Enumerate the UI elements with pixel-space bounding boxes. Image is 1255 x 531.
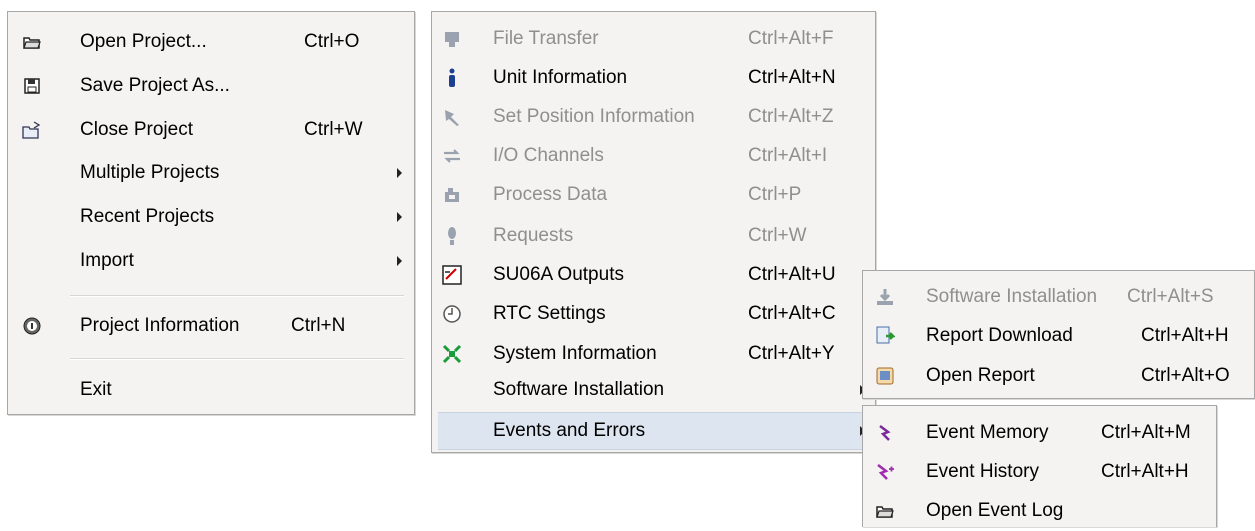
menu-item-label: Project Information bbox=[80, 315, 240, 336]
system-info-icon bbox=[442, 344, 462, 364]
menu-item-open-event-log[interactable]: Open Event Log bbox=[863, 491, 1216, 531]
menu-item-report-download[interactable]: Report Download Ctrl+Alt+H bbox=[863, 316, 1254, 356]
menu-item-label: Event History bbox=[926, 461, 1039, 482]
menu-item-label: Requests bbox=[493, 225, 574, 246]
menu-item-label: Open Event Log bbox=[926, 500, 1064, 521]
menu-item-label: Multiple Projects bbox=[80, 162, 220, 183]
menu-item-software-installation[interactable]: Software Installation bbox=[432, 370, 875, 410]
menu-item-accelerator: Ctrl+Alt+F bbox=[748, 28, 834, 49]
menu-item-accelerator: Ctrl+Alt+M bbox=[1101, 422, 1191, 443]
menu-item-software-installation-sub[interactable]: Software Installation Ctrl+Alt+S bbox=[863, 277, 1254, 317]
menu-item-accelerator: Ctrl+Alt+S bbox=[1127, 286, 1214, 307]
menu-item-multiple-projects[interactable]: Multiple Projects bbox=[8, 153, 414, 193]
menu-item-save-project-as[interactable]: Save Project As... bbox=[8, 66, 414, 106]
menu-item-label: Event Memory bbox=[926, 422, 1049, 443]
menu-item-accelerator: Ctrl+Alt+C bbox=[748, 303, 836, 324]
menu-item-label: Close Project bbox=[80, 119, 193, 140]
menu-item-accelerator: Ctrl+Alt+O bbox=[1141, 365, 1230, 386]
menu-item-unit-information[interactable]: Unit Information Ctrl+Alt+N bbox=[432, 58, 875, 98]
menu-item-label: System Information bbox=[493, 343, 657, 364]
menu-item-label: Open Project... bbox=[80, 31, 207, 52]
menu-item-exit[interactable]: Exit bbox=[8, 370, 414, 410]
menu-item-open-project[interactable]: Open Project... Ctrl+O bbox=[8, 22, 414, 62]
menu-item-import[interactable]: Import bbox=[8, 241, 414, 281]
menu-item-label: Unit Information bbox=[493, 67, 628, 88]
submenu-arrow-icon bbox=[397, 168, 402, 178]
menu-item-accelerator: Ctrl+N bbox=[291, 315, 346, 336]
menu-item-label: Events and Errors bbox=[493, 420, 646, 441]
floppy-save-icon bbox=[22, 76, 42, 96]
menu-item-file-transfer[interactable]: File Transfer Ctrl+Alt+F bbox=[432, 19, 875, 59]
file-menu: Open Project... Ctrl+O Save Project As..… bbox=[7, 11, 415, 415]
menu-item-accelerator: Ctrl+Alt+Z bbox=[748, 106, 834, 127]
menu-item-label: Report Download bbox=[926, 325, 1073, 346]
menu-item-label: Import bbox=[80, 250, 134, 271]
menu-separator bbox=[70, 295, 404, 297]
menu-item-label: Save Project As... bbox=[80, 75, 230, 96]
pin-icon bbox=[442, 107, 462, 127]
menu-item-label: RTC Settings bbox=[493, 303, 606, 324]
menu-item-label: Recent Projects bbox=[80, 206, 215, 227]
menu-item-system-information[interactable]: System Information Ctrl+Alt+Y bbox=[432, 334, 875, 374]
folder-close-icon bbox=[22, 120, 42, 140]
menu-item-accelerator: Ctrl+P bbox=[748, 184, 802, 205]
menu-item-close-project[interactable]: Close Project Ctrl+W bbox=[8, 110, 414, 150]
info-badge-icon bbox=[22, 316, 42, 336]
file-transfer-icon bbox=[442, 29, 462, 49]
info-icon bbox=[442, 68, 462, 88]
menu-item-accelerator: Ctrl+Alt+U bbox=[748, 264, 836, 285]
request-icon bbox=[442, 226, 462, 246]
menu-item-label: Software Installation bbox=[493, 379, 665, 400]
menu-item-accelerator: Ctrl+Alt+H bbox=[1141, 325, 1229, 346]
folder-open-icon bbox=[875, 501, 895, 521]
process-data-icon bbox=[442, 185, 462, 205]
menu-item-accelerator: Ctrl+Alt+N bbox=[748, 67, 836, 88]
software-installation-submenu: Software Installation Ctrl+Alt+S Report … bbox=[862, 270, 1255, 399]
menu-item-label: Software Installation bbox=[926, 286, 1098, 307]
menu-item-project-information[interactable]: Project Information Ctrl+N bbox=[8, 306, 414, 346]
menu-item-accelerator: Ctrl+Alt+Y bbox=[748, 343, 835, 364]
menu-item-label: SU06A Outputs bbox=[493, 264, 624, 285]
menu-item-label: File Transfer bbox=[493, 28, 599, 49]
arrows-exchange-icon bbox=[442, 146, 462, 166]
install-icon bbox=[875, 287, 895, 307]
menu-item-io-channels[interactable]: I/O Channels Ctrl+Alt+I bbox=[432, 136, 875, 176]
menu-item-requests[interactable]: Requests Ctrl+W bbox=[432, 216, 875, 256]
menu-item-event-memory[interactable]: Event Memory Ctrl+Alt+M bbox=[863, 413, 1216, 453]
clock-icon bbox=[442, 304, 462, 324]
menu-item-label: I/O Channels bbox=[493, 145, 604, 166]
open-report-icon bbox=[875, 366, 895, 386]
menu-item-accelerator: Ctrl+Alt+H bbox=[1101, 461, 1189, 482]
submenu-arrow-icon bbox=[397, 256, 402, 266]
menu-item-label: Open Report bbox=[926, 365, 1035, 386]
menu-item-event-history[interactable]: Event History Ctrl+Alt+H bbox=[863, 452, 1216, 492]
events-and-errors-submenu: Event Memory Ctrl+Alt+M Event History Ct… bbox=[862, 405, 1217, 527]
menu-item-accelerator: Ctrl+Alt+I bbox=[748, 145, 828, 166]
event-history-icon bbox=[875, 462, 895, 482]
submenu-arrow-icon bbox=[397, 212, 402, 222]
menu-item-process-data[interactable]: Process Data Ctrl+P bbox=[432, 175, 875, 215]
menu-item-label: Process Data bbox=[493, 184, 608, 205]
menu-item-events-and-errors[interactable]: Events and Errors bbox=[438, 412, 869, 450]
menu-item-accelerator: Ctrl+W bbox=[748, 225, 807, 246]
menu-item-label: Exit bbox=[80, 379, 112, 400]
menu-item-label: Set Position Information bbox=[493, 106, 695, 127]
event-memory-icon bbox=[875, 423, 895, 443]
menu-item-recent-projects[interactable]: Recent Projects bbox=[8, 197, 414, 237]
menu-item-su06a-outputs[interactable]: SU06A Outputs Ctrl+Alt+U bbox=[432, 255, 875, 295]
menu-item-open-report[interactable]: Open Report Ctrl+Alt+O bbox=[863, 356, 1254, 396]
menu-item-accelerator: Ctrl+W bbox=[304, 119, 363, 140]
menu-item-accelerator: Ctrl+O bbox=[304, 31, 360, 52]
menu-separator bbox=[70, 358, 404, 360]
gauge-icon bbox=[442, 265, 462, 285]
menu-item-set-position-information[interactable]: Set Position Information Ctrl+Alt+Z bbox=[432, 97, 875, 137]
device-menu: File Transfer Ctrl+Alt+F Unit Informatio… bbox=[431, 11, 876, 453]
menu-item-rtc-settings[interactable]: RTC Settings Ctrl+Alt+C bbox=[432, 294, 875, 334]
folder-open-icon bbox=[22, 32, 42, 52]
report-download-icon bbox=[875, 326, 895, 346]
